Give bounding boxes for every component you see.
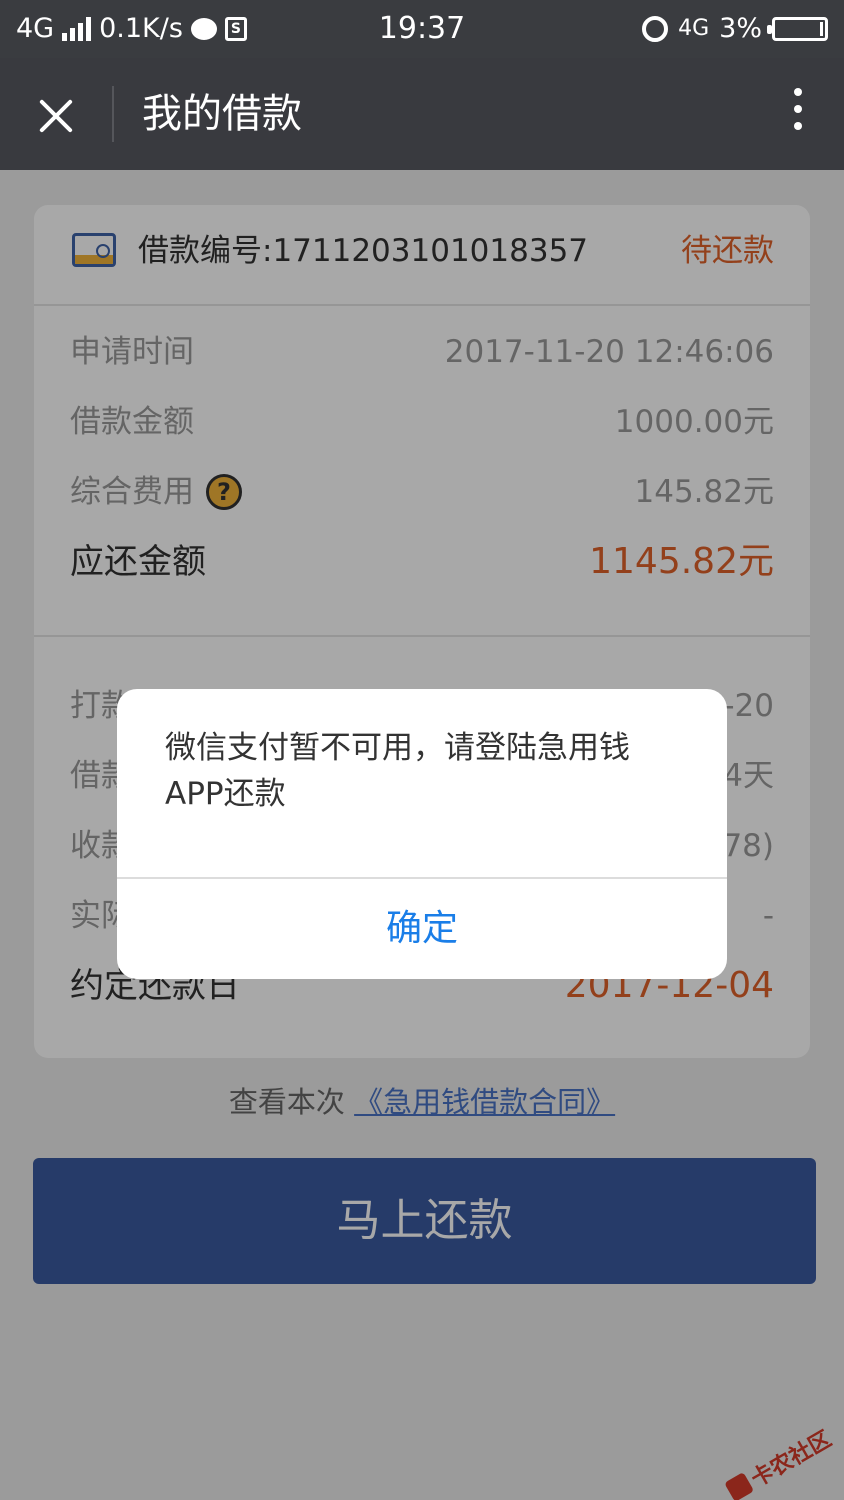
title-bar: 我的借款 [0, 58, 844, 170]
status-bar: 4G 0.1K/s S 19:37 4G 3% [0, 0, 844, 58]
close-icon[interactable] [20, 80, 92, 148]
dialog-message: 微信支付暂不可用，请登陆急用钱APP还款 [165, 730, 630, 812]
dialog-confirm-button[interactable]: 确定 [117, 879, 727, 979]
more-menu-icon[interactable] [788, 88, 808, 138]
alert-dialog: 微信支付暂不可用，请登陆急用钱APP还款 确定 [117, 689, 727, 979]
battery-percent: 3% [719, 13, 762, 44]
status-right: 4G 3% [642, 14, 828, 44]
network-type-right: 4G [678, 16, 710, 41]
battery-icon [767, 17, 828, 41]
page-title: 我的借款 [142, 91, 302, 137]
title-divider [112, 86, 114, 142]
alarm-icon [642, 16, 669, 42]
